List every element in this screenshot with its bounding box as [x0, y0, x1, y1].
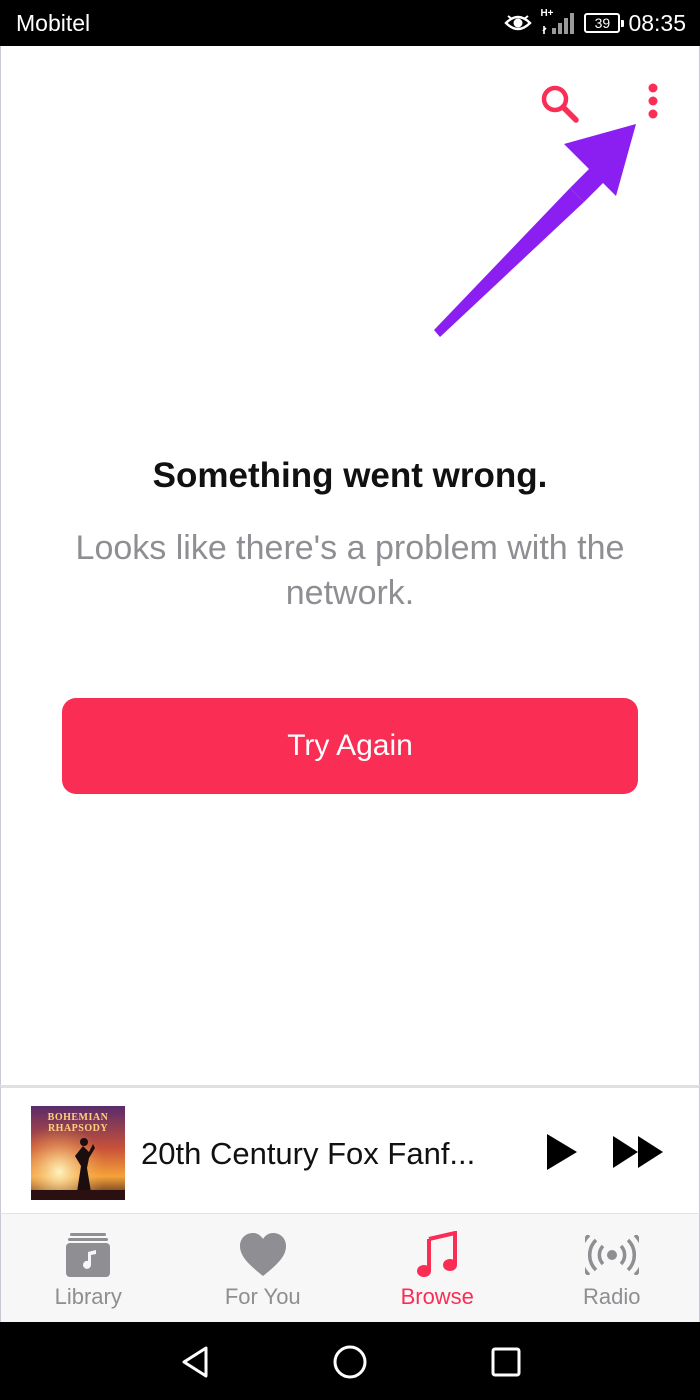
tab-browse[interactable]: Browse	[350, 1214, 525, 1322]
play-button[interactable]	[541, 1132, 581, 1172]
tab-label: Browse	[400, 1284, 474, 1309]
tab-library[interactable]: Library	[1, 1214, 176, 1322]
tab-label: Library	[54, 1284, 122, 1309]
try-again-button[interactable]: Try Again	[62, 698, 638, 794]
fast-forward-button[interactable]	[611, 1132, 667, 1172]
tab-label: Radio	[583, 1284, 641, 1309]
mini-player[interactable]: BOHEMIAN RHAPSODY 20th Century Fox Fanf.…	[0, 1085, 700, 1213]
radio-icon	[584, 1230, 640, 1280]
error-message: Looks like there's a problem with the ne…	[75, 529, 625, 612]
carrier-name: Mobitel	[16, 10, 91, 36]
back-button[interactable]	[176, 1342, 216, 1382]
status-bar: Mobitel H+ 39 08:35	[0, 0, 700, 46]
status-indicators: H+ 39 08:35	[504, 8, 686, 38]
album-art-title: BOHEMIAN RHAPSODY	[47, 1112, 109, 1134]
heart-icon	[235, 1230, 291, 1280]
play-icon	[547, 1134, 577, 1170]
battery-level: 39	[594, 15, 611, 31]
library-icon	[60, 1230, 116, 1280]
network-type-label: H+	[540, 8, 554, 19]
eye-icon	[504, 13, 533, 33]
home-icon	[333, 1345, 367, 1379]
tab-label: For You	[224, 1284, 301, 1309]
status-time: 08:35	[628, 9, 686, 36]
back-icon	[182, 1346, 208, 1378]
system-navigation-bar	[0, 1322, 700, 1400]
tab-for-you[interactable]: For You	[176, 1214, 351, 1322]
signal-icon: H+	[540, 8, 576, 36]
now-playing-title[interactable]: 20th Century Fox Fanf...	[141, 1136, 475, 1172]
recents-button[interactable]	[486, 1342, 526, 1382]
home-button[interactable]	[330, 1342, 370, 1382]
album-art: BOHEMIAN RHAPSODY	[31, 1106, 125, 1200]
annotation-arrow-icon	[434, 124, 636, 337]
battery-icon: 39	[584, 13, 625, 33]
error-title: Something went wrong.	[152, 456, 548, 495]
music-note-icon	[409, 1230, 465, 1280]
recents-icon	[491, 1347, 521, 1377]
tab-radio[interactable]: Radio	[525, 1214, 700, 1322]
tab-bar: Library For You Browse Radio	[0, 1213, 700, 1322]
fast-forward-icon	[613, 1136, 663, 1168]
